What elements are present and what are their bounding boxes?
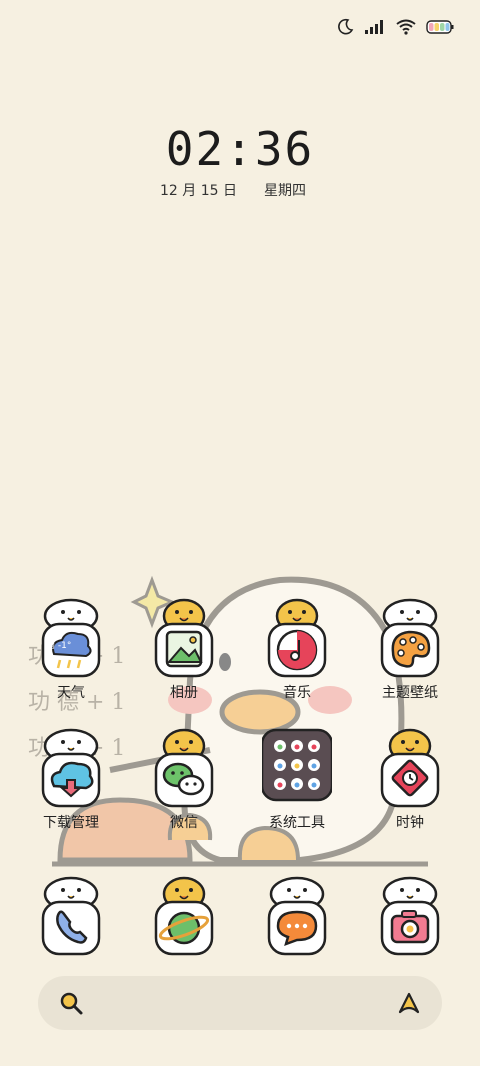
app-themes[interactable]: 主题壁纸 xyxy=(355,598,465,702)
weather-badge: 雨 -1° xyxy=(46,641,72,651)
app-label-themes: 主题壁纸 xyxy=(382,685,438,701)
search-bar[interactable] xyxy=(38,976,442,1030)
messages-icon xyxy=(267,876,327,956)
camera-icon xyxy=(380,876,440,956)
clock-icon xyxy=(380,728,440,808)
app-wechat[interactable]: 微信 xyxy=(129,728,239,832)
app-gallery[interactable]: 相册 xyxy=(129,598,239,702)
app-label-music: 音乐 xyxy=(283,685,311,701)
wifi-icon xyxy=(396,19,416,35)
app-label-downloads: 下载管理 xyxy=(43,815,99,831)
weekday-label: 星期四 xyxy=(264,183,306,199)
app-label-gallery: 相册 xyxy=(170,685,198,701)
status-bar xyxy=(336,18,454,36)
dock-browser[interactable] xyxy=(129,876,239,958)
app-downloads[interactable]: 下载管理 xyxy=(16,728,126,832)
app-clock[interactable]: 时钟 xyxy=(355,728,465,832)
palette-icon xyxy=(380,598,440,678)
dock-messages[interactable] xyxy=(242,876,352,958)
app-weather[interactable]: 雨 -1° 天气 xyxy=(16,598,126,702)
wechat-icon xyxy=(154,728,214,808)
assistant-icon[interactable] xyxy=(396,990,422,1020)
phone-icon xyxy=(41,876,101,956)
folder-icon xyxy=(260,728,334,802)
dock-phone[interactable] xyxy=(16,876,126,958)
app-label-weather: 天气 xyxy=(57,685,85,701)
battery-icon xyxy=(426,20,454,34)
app-system-tools[interactable]: 系统工具 xyxy=(242,728,352,832)
signal-icon xyxy=(364,19,386,35)
date-label: 12 月 15 日 xyxy=(160,183,237,199)
app-label-wechat: 微信 xyxy=(170,815,198,831)
moon-icon xyxy=(336,18,354,36)
clock-time[interactable]: 02:36 xyxy=(0,122,480,176)
download-cloud-icon xyxy=(41,728,101,808)
gallery-icon xyxy=(154,598,214,678)
music-icon xyxy=(267,598,327,678)
search-icon[interactable] xyxy=(58,990,84,1020)
app-music[interactable]: 音乐 xyxy=(242,598,352,702)
app-label-clock: 时钟 xyxy=(396,815,424,831)
dock-camera[interactable] xyxy=(355,876,465,958)
app-label-system-tools: 系统工具 xyxy=(269,815,325,831)
browser-planet-icon xyxy=(154,876,214,956)
